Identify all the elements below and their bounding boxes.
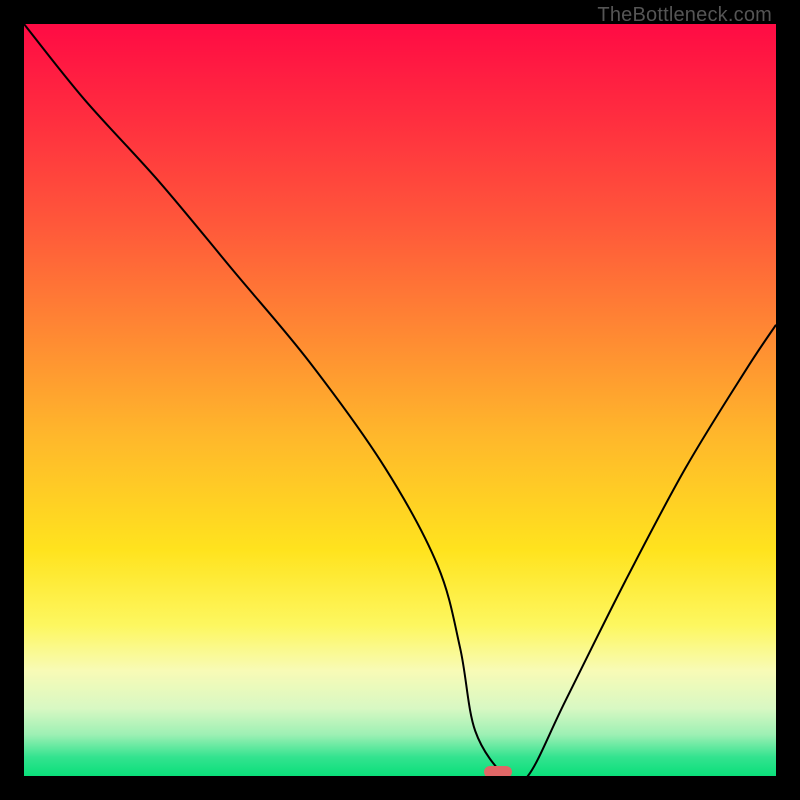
chart-container: TheBottleneck.com [0,0,800,800]
curve-layer [24,24,776,776]
plot-area [24,24,776,776]
optimal-marker [484,766,512,776]
bottleneck-curve [24,24,776,776]
